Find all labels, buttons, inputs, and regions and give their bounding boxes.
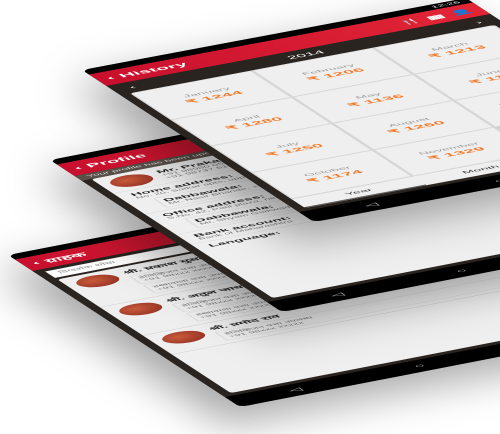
avatar [70, 272, 126, 290]
stage: ‹ ग्राहक ▦ दिग्दर्शक शोधा श्री. प्रकाश म… [0, 0, 500, 434]
avatar [113, 300, 169, 318]
next-year-button[interactable]: › [474, 20, 486, 25]
avatar [155, 328, 212, 347]
back-icon[interactable]: ‹ [29, 260, 43, 267]
user-icon[interactable]: 👤 [446, 8, 476, 17]
back-icon[interactable]: ‹ [71, 165, 85, 172]
month-label: September [496, 91, 500, 108]
nav-home-icon[interactable]: ○ [492, 178, 500, 184]
nav-home-icon[interactable]: ○ [412, 363, 428, 369]
nav-back-icon[interactable]: ◁ [362, 202, 381, 208]
nav-home-icon[interactable]: ○ [454, 268, 470, 274]
nav-back-icon[interactable]: ◁ [286, 387, 304, 393]
prev-year-button[interactable]: ‹ [127, 85, 139, 90]
nav-back-icon[interactable]: ◁ [328, 292, 346, 298]
back-icon[interactable]: ‹ [103, 75, 118, 82]
calendar-icon[interactable]: ▦ [423, 13, 448, 21]
food-icon[interactable]: 🍴 [395, 17, 425, 27]
